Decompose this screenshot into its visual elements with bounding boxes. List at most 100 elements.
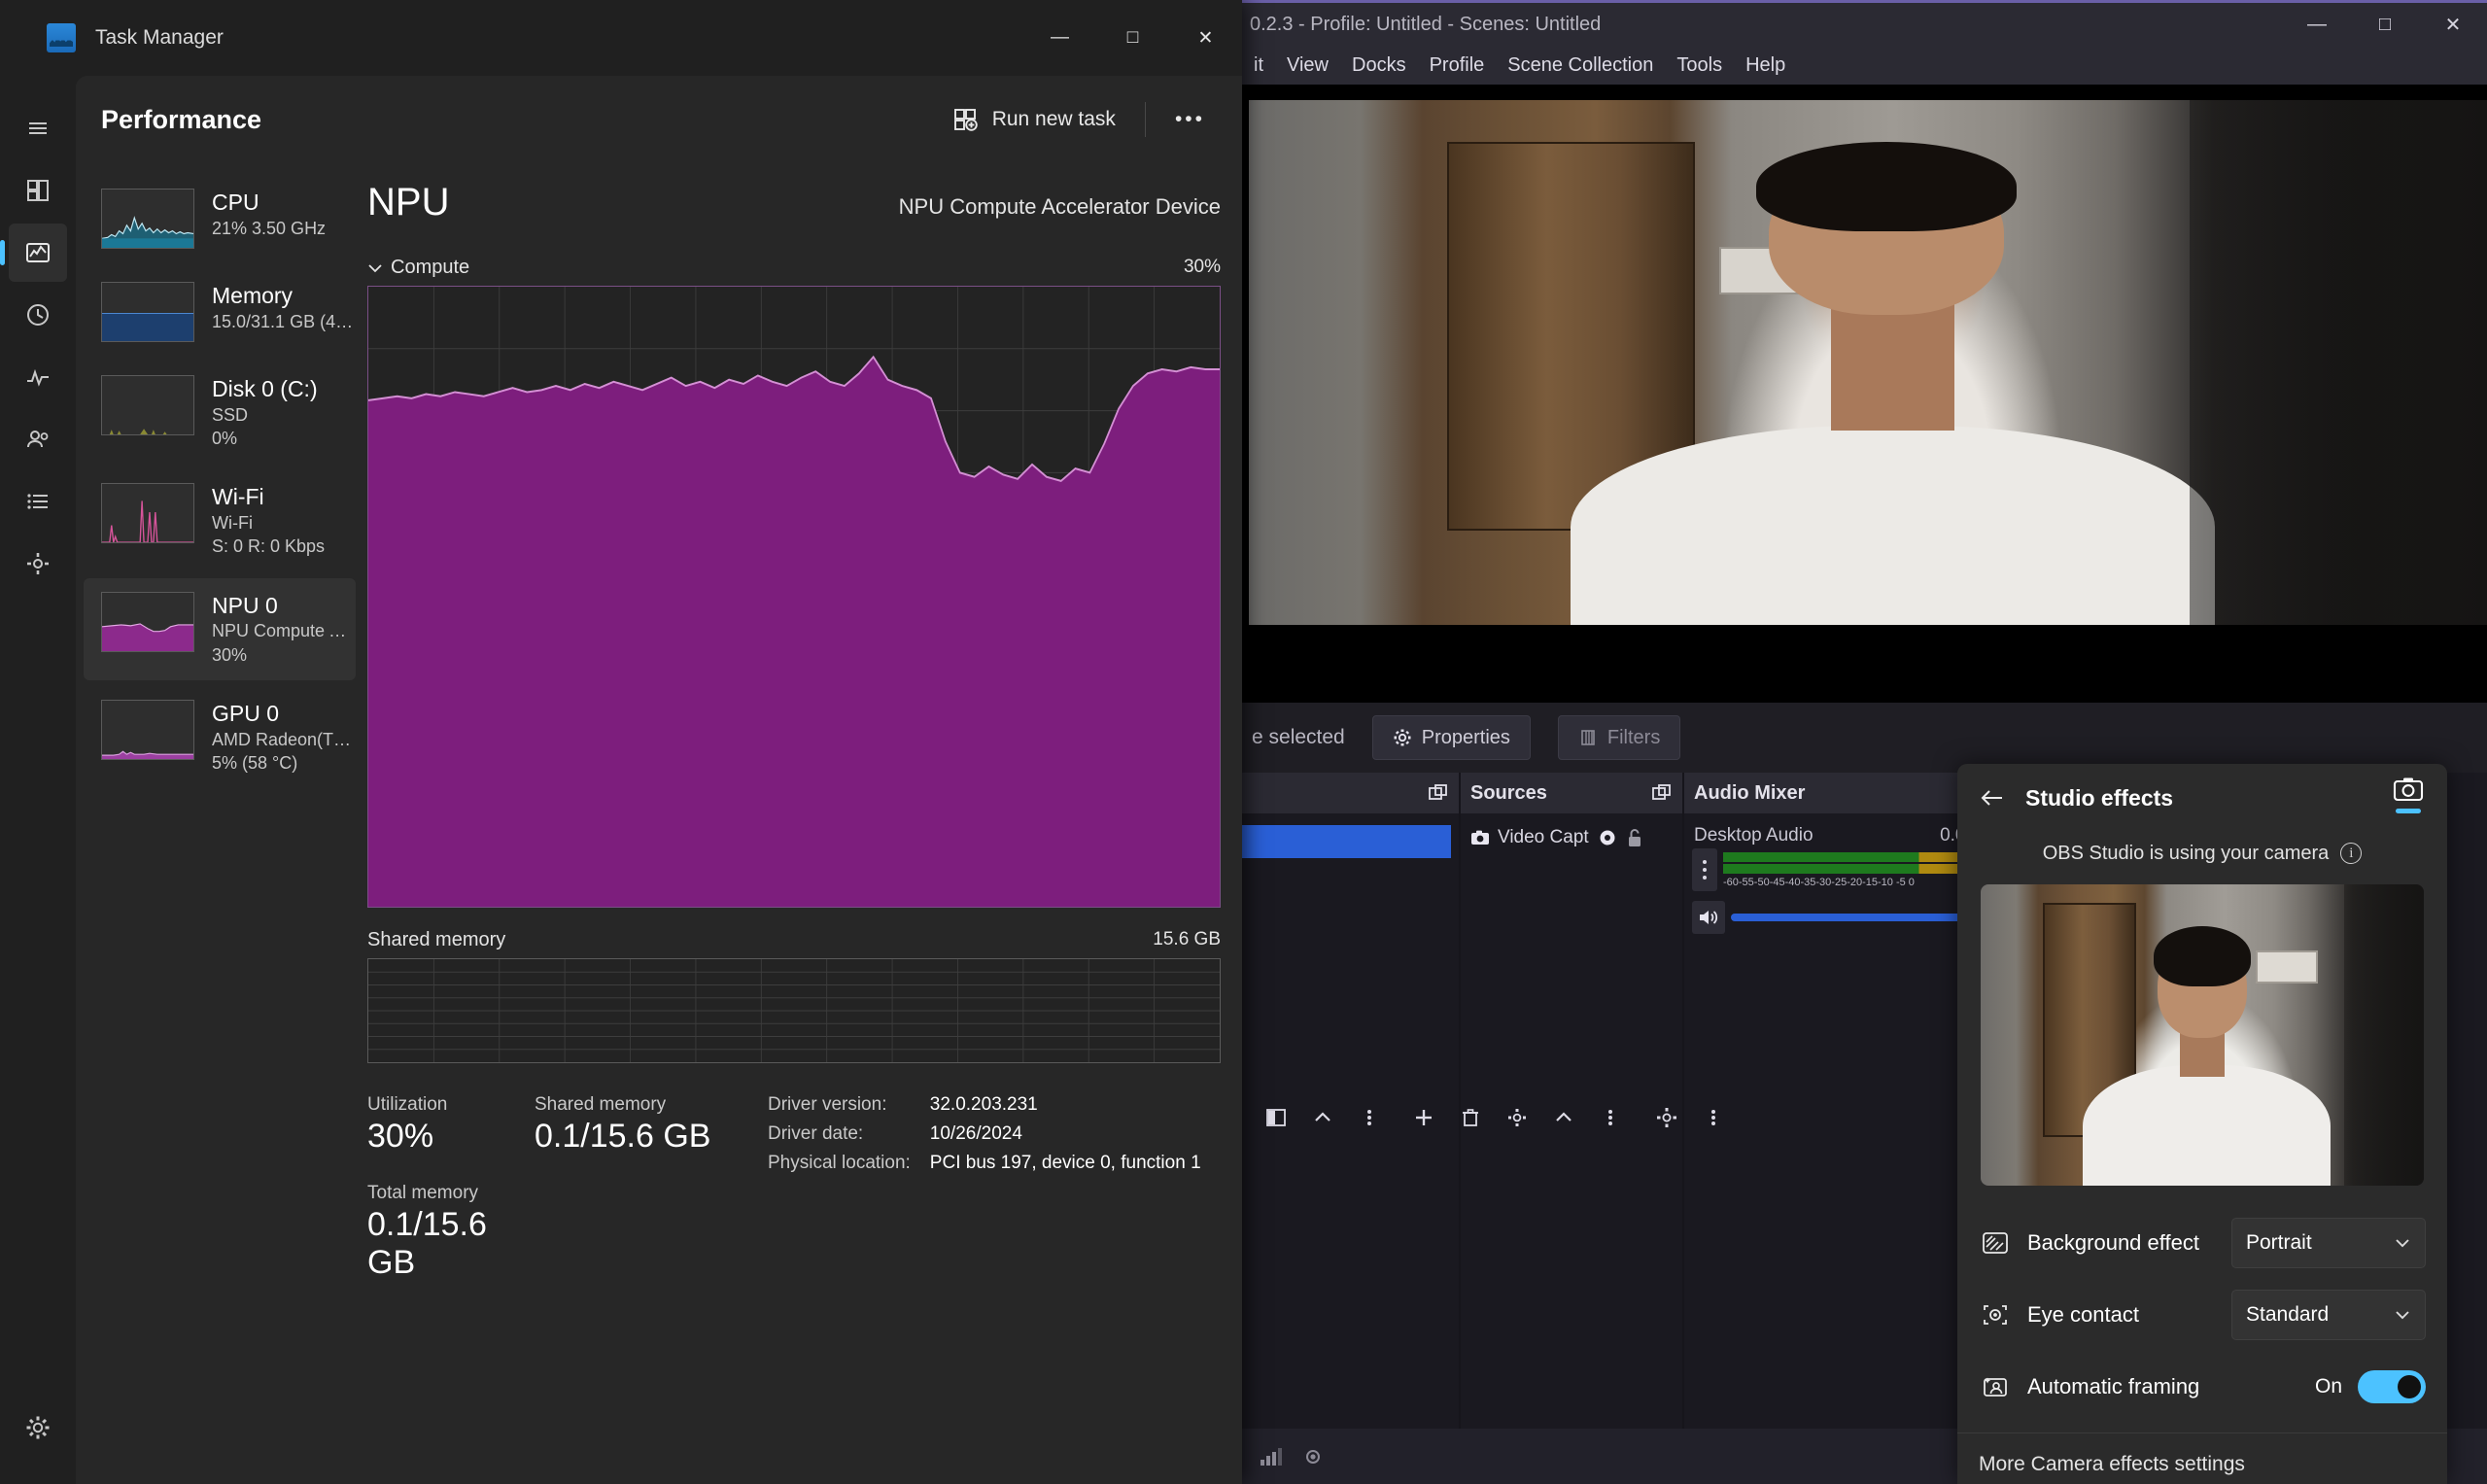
compute-section-header[interactable]: Compute [367,257,469,279]
resource-text-memory: Memory 15.0/31.1 GB (48%) [212,282,356,342]
vertical-dots-icon[interactable] [1353,1101,1386,1134]
unlock-icon[interactable] [1626,827,1643,848]
obs-status-signal-icon [1260,1447,1285,1467]
vertical-dots-icon[interactable] [1697,1101,1730,1134]
chevron-up-icon[interactable] [1547,1101,1580,1134]
run-new-task-button[interactable]: Run new task [938,95,1131,144]
obs-minimize-button[interactable]: — [2283,3,2351,46]
automatic-framing-icon [1979,1370,2012,1403]
sidebar-item-services[interactable] [9,535,67,593]
obs-menu-docks[interactable]: Docks [1340,54,1418,77]
obs-mixer-options-icon[interactable] [1692,848,1717,891]
preview-person-shirt [2082,1065,2332,1186]
run-new-task-label: Run new task [991,108,1116,130]
sidebar-item-details[interactable] [9,472,67,531]
hamburger-menu-button[interactable] [9,99,67,157]
info-icon[interactable]: i [2340,843,2363,864]
sidebar-item-processes[interactable] [9,161,67,220]
more-camera-effects-settings-link[interactable]: More Camera effects settings [1957,1433,2447,1484]
task-manager-minimize-button[interactable]: — [1023,0,1096,76]
obs-maximize-button[interactable]: □ [2351,3,2419,46]
resource-item-disk[interactable]: Disk 0 (C:) SSD 0% [84,362,356,464]
obs-mixer-meter-row: -60-55-50-45-40-35-30-25-20-15-10 -5 0 [1684,848,2003,891]
float-dock-icon[interactable] [1428,782,1449,804]
obs-menu-profile[interactable]: Profile [1418,54,1497,77]
resource-item-wifi[interactable]: Wi-Fi Wi-Fi S: 0 R: 0 Kbps [84,469,356,571]
resource-item-memory[interactable]: Memory 15.0/31.1 GB (48%) [84,268,356,356]
background-effect-row: Background effect Portrait [1957,1207,2447,1279]
sidebar-item-users[interactable] [9,410,67,468]
video-person-shirt [1571,425,2215,625]
back-arrow-icon[interactable] [1975,780,2010,815]
obs-no-source-selected-text: e selected [1252,726,1345,748]
panel-icon[interactable] [1260,1101,1293,1134]
gear-icon[interactable] [1501,1101,1534,1134]
background-effect-label: Background effect [2027,1230,2199,1255]
add-icon[interactable] [1407,1101,1440,1134]
mini-graph-npu [101,591,194,652]
video-dark-right [2190,100,2487,625]
sidebar-item-startup-apps[interactable] [9,348,67,406]
sidebar-item-app-history[interactable] [9,286,67,344]
chevron-up-icon[interactable] [1306,1101,1339,1134]
camera-tab-underline [2396,809,2421,813]
resource-item-gpu[interactable]: GPU 0 AMD Radeon(TM) 880… 5% (58 °C) [84,686,356,788]
obs-scene-item[interactable] [1242,825,1451,858]
obs-close-button[interactable]: ✕ [2419,3,2487,46]
obs-menu-view[interactable]: View [1275,54,1340,77]
settings-gear-icon[interactable] [1650,1101,1683,1134]
resource-item-npu[interactable]: NPU 0 NPU Compute Acceler… 30% [84,577,356,681]
obs-properties-button[interactable]: Properties [1371,715,1531,760]
resource-text-cpu: CPU 21% 3.50 GHz [212,189,326,249]
resource-title: NPU 0 [212,592,278,618]
obs-menu-edit[interactable]: it [1242,54,1275,77]
camera-tab-button[interactable] [2387,776,2430,824]
memory-fill [102,313,193,341]
detail-subtitle: NPU Compute Accelerator Device [898,194,1221,219]
mini-graph-disk [101,375,194,435]
obs-filters-label: Filters [1606,726,1661,748]
obs-meter-bar-bottom [1723,863,1995,874]
obs-mixer-title: Audio Mixer [1694,781,1806,804]
automatic-framing-toggle[interactable] [2358,1370,2426,1403]
obs-window-buttons: — □ ✕ [2283,3,2487,46]
stat-value: 30% [367,1118,434,1155]
task-manager-maximize-button[interactable]: □ [1096,0,1169,76]
task-manager-titlebar: Task Manager — □ ✕ [0,0,1242,76]
background-effect-select[interactable]: Portrait [2231,1218,2426,1268]
studio-effects-header: Studio effects [1957,764,2447,832]
resource-title: GPU 0 [212,701,280,727]
settings-button[interactable] [9,1398,67,1457]
obs-menu-tools[interactable]: Tools [1665,54,1734,77]
vertical-dots-icon[interactable] [1594,1101,1627,1134]
resource-text-gpu: GPU 0 AMD Radeon(TM) 880… 5% (58 °C) [212,700,356,775]
camera-in-use-text: OBS Studio is using your camera [2042,842,2330,864]
task-manager-window-title: Task Manager [95,26,224,49]
compute-chart [367,286,1221,908]
eye-contact-row: Eye contact Standard [1957,1279,2447,1351]
resource-item-cpu[interactable]: CPU 21% 3.50 GHz [84,175,356,262]
obs-menu-scene-collection[interactable]: Scene Collection [1496,54,1665,77]
device-info-table: Driver version: 32.0.203.231 Driver date… [768,1094,1201,1309]
eye-contact-value: Standard [2246,1303,2330,1326]
resource-title: Wi-Fi [212,484,264,510]
obs-source-row[interactable]: Video Capt [1461,819,1682,856]
info-key: Driver version: [768,1094,887,1115]
task-manager-nav-rail [0,76,76,1484]
eye-contact-select[interactable]: Standard [2231,1290,2426,1340]
stat-label: Utilization [367,1094,448,1115]
obs-preview-canvas[interactable] [1242,85,2487,625]
task-manager-toolbar: Run new task ••• [938,95,1221,144]
obs-mixer-toolbar [1650,1101,1730,1134]
task-manager-close-button[interactable]: ✕ [1169,0,1242,76]
more-options-button[interactable]: ••• [1159,96,1221,143]
speaker-icon[interactable] [1692,901,1725,934]
obs-preview-letterbox [1242,625,2487,703]
obs-filters-button[interactable]: Filters [1557,715,1681,760]
trash-icon[interactable] [1454,1101,1487,1134]
obs-volume-slider[interactable] [1731,908,1995,927]
float-dock-icon[interactable] [1651,782,1673,804]
obs-menu-help[interactable]: Help [1734,54,1797,77]
eye-icon[interactable] [1597,828,1618,847]
sidebar-item-performance[interactable] [0,224,67,282]
